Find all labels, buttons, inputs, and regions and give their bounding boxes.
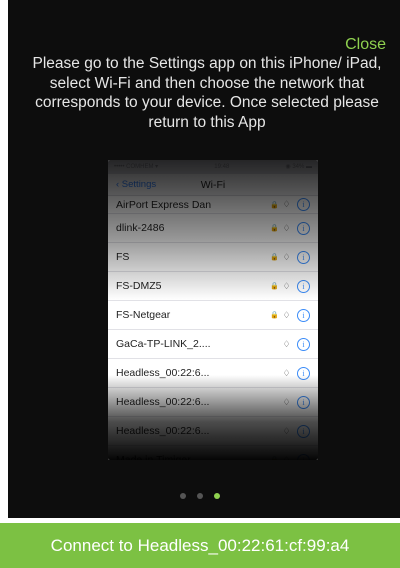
connect-button[interactable]: Connect to Headless_00:22:61:cf:99:a4 (0, 523, 400, 568)
network-row: GaCa-TP-LINK_2.... ♢ i (108, 330, 318, 359)
wifi-signal-icon: ♢ (282, 309, 291, 320)
network-name: Headless_00:22:6... (116, 367, 210, 379)
network-row: AirPort Express Dan 🔒 ♢ i (108, 196, 318, 214)
clock-text: 19:48 (214, 164, 230, 170)
network-name: Made in Timiger... (116, 454, 199, 460)
lock-icon: 🔒 (270, 201, 279, 209)
network-name: Headless_00:22:6... (116, 396, 210, 408)
info-icon: i (297, 250, 310, 264)
network-row: dlink-2486 🔒 ♢ i (108, 214, 318, 243)
wifi-signal-icon: ♢ (282, 396, 291, 407)
instructions-text: Please go to the Settings app on this iP… (32, 55, 382, 131)
page-dot (197, 493, 203, 499)
network-name: FS-DMZ5 (116, 280, 162, 292)
wifi-signal-icon: ♢ (282, 367, 291, 378)
page-dot (214, 493, 220, 499)
settings-nav-bar: ‹ Settings Wi-Fi (108, 174, 318, 196)
page-indicator (0, 493, 400, 499)
wifi-signal-icon: ♢ (282, 338, 291, 349)
app-screen: Close Please go to the Settings app on t… (0, 0, 400, 568)
info-icon: i (297, 366, 310, 380)
network-name: AirPort Express Dan (116, 198, 212, 211)
network-name: dlink-2486 (116, 222, 165, 234)
network-row: Made in Timiger... 🔒♢ i (108, 446, 318, 460)
settings-screenshot: ••••• COMHEM ▾ 19:48 ◉ 34% ▬ ‹ Settings … (108, 160, 318, 460)
network-name: FS-Netgear (116, 309, 171, 321)
lock-icon: 🔒 (270, 254, 279, 261)
info-icon: i (297, 395, 310, 409)
wifi-signal-icon: ♢ (282, 425, 291, 436)
network-name: GaCa-TP-LINK_2.... (116, 338, 211, 350)
page-dot (180, 493, 186, 499)
battery-text: ◉ 34% ▬ (285, 164, 312, 170)
network-row: FS-DMZ5 🔒 ♢ i (108, 272, 318, 301)
network-list: AirPort Express Dan 🔒 ♢ i dlink-2486 🔒 ♢ i FS 🔒 ♢ i… (108, 196, 318, 460)
info-icon: i (297, 424, 310, 438)
network-row: Headless_00:22:6... ♢ i (108, 388, 318, 417)
info-icon: i (297, 221, 310, 235)
carrier-text: ••••• COMHEM ▾ (114, 164, 159, 170)
status-bar: ••••• COMHEM ▾ 19:48 ◉ 34% ▬ (108, 160, 318, 174)
wifi-signal-icon: ♢ (282, 251, 291, 262)
lock-icon: 🔒 (270, 225, 279, 232)
wifi-title: Wi-Fi (200, 179, 226, 191)
close-button[interactable]: Close (345, 36, 386, 54)
info-icon: i (297, 279, 310, 293)
info-icon: i (297, 453, 310, 460)
lock-icon: 🔒 (270, 312, 279, 319)
network-row: FS-Netgear 🔒 ♢ i (108, 301, 318, 330)
lock-icon: 🔒 (270, 283, 279, 290)
lock-icon: 🔒 (269, 456, 280, 460)
wifi-signal-icon: ♢ (282, 222, 291, 233)
info-icon: i (297, 337, 310, 351)
network-row: Headless_00:22:6... ♢ i (108, 417, 318, 446)
info-icon: i (297, 308, 310, 322)
network-row: FS 🔒 ♢ i (108, 243, 318, 272)
wifi-signal-icon: ♢ (282, 454, 291, 461)
network-row: Headless_00:22:6... ♢ i (108, 359, 318, 388)
network-name: Headless_00:22:6... (116, 425, 210, 437)
wifi-signal-icon: ♢ (282, 280, 291, 291)
info-icon: i (297, 198, 310, 211)
network-name: FS (116, 251, 130, 263)
wifi-signal-icon: ♢ (282, 199, 291, 209)
